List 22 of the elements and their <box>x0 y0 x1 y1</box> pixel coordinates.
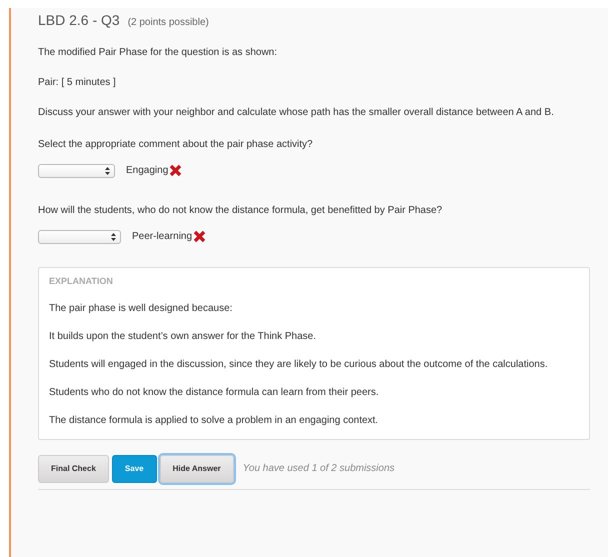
question-text: Pair: [ 5 minutes ] <box>38 76 117 90</box>
explanation-text: The pair phase is well designed because: <box>49 302 234 316</box>
points-text: (2 points possible) <box>128 16 209 30</box>
explanation-text: The distance formula is applied to solve a problem in an engaging context. <box>49 414 380 428</box>
explanation-text: Students who do not know the distance formula can learn from their peers. <box>49 386 380 400</box>
question-text: The modified Pair Phase for the question is as shown: <box>38 46 278 60</box>
problem-title: LBD 2.6 - Q3 <box>38 11 120 30</box>
action-button[interactable]: Final Check <box>38 454 109 482</box>
answer-dropdown[interactable] <box>38 164 115 178</box>
updown-caret-icon <box>105 166 110 174</box>
question-prompt: Select the appropriate comment about the pair phase activity? <box>38 138 314 152</box>
answer-text: Peer-learning <box>132 230 192 244</box>
explanation-heading: EXPLANATION <box>49 275 114 288</box>
explanation-text: It builds upon the student’s own answer for the Think Phase. <box>49 330 318 344</box>
answer-dropdown[interactable] <box>38 230 121 244</box>
submissions-text: You have used 1 of 2 submissions <box>242 462 395 476</box>
updown-caret-icon <box>111 232 116 240</box>
question-prompt: How will the students, who do not know the distance formula, get benefitted by Pair Phase? <box>38 204 444 218</box>
action-button[interactable]: Hide Answer <box>160 454 234 482</box>
explanation-text: Students will engaged in the discussion, since they are likely to be curious about the outcome of the calculations. <box>49 358 549 372</box>
question-text: Discuss your answer with your neighbor and calculate whose path has the smaller overall distance between A and B. <box>38 106 555 120</box>
answer-text: Engaging <box>126 164 168 178</box>
